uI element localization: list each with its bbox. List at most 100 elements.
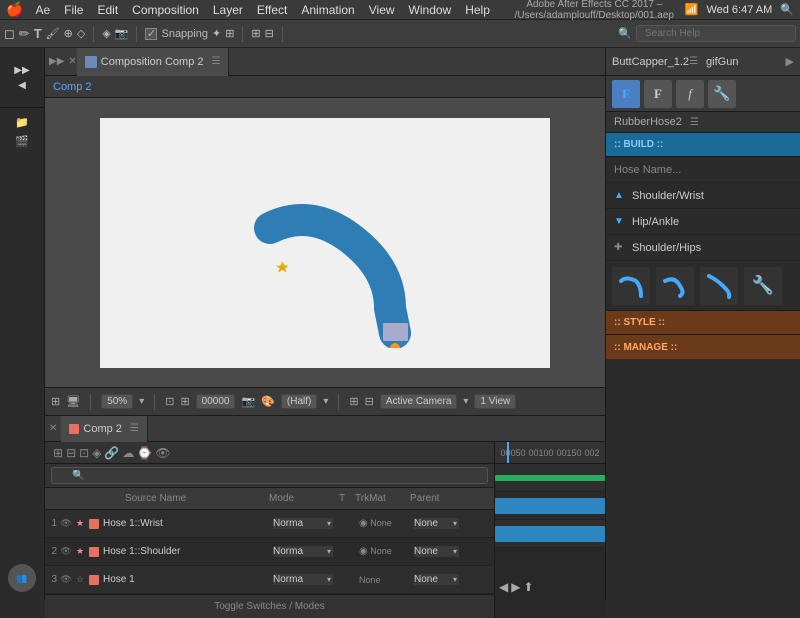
- layer-mode-3[interactable]: Norma: [273, 574, 343, 585]
- nav-icon-3[interactable]: ⬆: [523, 580, 533, 594]
- layer-color-swatch[interactable]: [89, 575, 99, 585]
- timeline-tab-comp2[interactable]: Comp 2 ☰: [61, 416, 148, 442]
- layer-mode-select-3[interactable]: Norma: [273, 574, 333, 585]
- layer-star-icon[interactable]: ★: [73, 517, 87, 531]
- hose-thumb-2[interactable]: [656, 267, 694, 305]
- layer-parent-select[interactable]: None: [414, 518, 459, 529]
- layer-eye-icon[interactable]: 👁: [59, 517, 73, 531]
- menu-file[interactable]: File: [64, 3, 83, 17]
- hose-thumb-1[interactable]: [612, 267, 650, 305]
- rubhose-menu[interactable]: ☰: [690, 117, 699, 128]
- region-icon[interactable]: ⊟: [365, 395, 374, 408]
- list-item[interactable]: ▼ Hip/Ankle: [606, 209, 800, 235]
- tl-ctrl-icon-2[interactable]: ⊟: [66, 446, 76, 460]
- tl-ctrl-icon-1[interactable]: ⊞: [53, 446, 63, 460]
- timeline-tab-menu[interactable]: ☰: [130, 423, 139, 434]
- menu-help[interactable]: Help: [465, 3, 490, 17]
- menu-window[interactable]: Window: [409, 3, 452, 17]
- menu-effect[interactable]: Effect: [257, 3, 287, 17]
- display-options-icon[interactable]: ⊞: [349, 395, 358, 408]
- timecode-display[interactable]: 00000: [196, 394, 236, 409]
- layer-parent-select-wrap[interactable]: None: [414, 518, 459, 529]
- zoom-display[interactable]: 50%: [101, 394, 133, 409]
- plugin-icon-1[interactable]: F: [612, 80, 640, 108]
- expand-icon[interactable]: ▶▶: [14, 65, 29, 76]
- tl-ctrl-icon-7[interactable]: ⌚: [137, 446, 152, 460]
- timeline-footer[interactable]: Toggle Switches / Modes: [45, 594, 494, 618]
- camera-dropdown-icon[interactable]: ▾: [463, 396, 468, 407]
- layer-color-swatch[interactable]: [89, 547, 99, 557]
- layer-parent-select-3[interactable]: None: [414, 574, 459, 585]
- tl-ctrl-icon-3[interactable]: ⊡: [79, 446, 89, 460]
- snapping-checkbox[interactable]: ✓: [145, 28, 157, 40]
- zoom-dropdown-icon[interactable]: ▾: [139, 396, 144, 407]
- list-item[interactable]: ▲ Shoulder/Wrist: [606, 183, 800, 209]
- toolbar-select-icon[interactable]: ◻: [4, 26, 15, 42]
- tl-ctrl-icon-5[interactable]: 🔗: [104, 446, 119, 460]
- hose-thumb-3[interactable]: [700, 267, 738, 305]
- menu-composition[interactable]: Composition: [132, 3, 199, 17]
- fit-icon[interactable]: ⊡: [165, 395, 174, 408]
- toolbar-pen-icon[interactable]: ✏: [19, 26, 30, 42]
- layer-mode[interactable]: Norma: [273, 518, 343, 529]
- right-panel-expand[interactable]: ▶: [786, 55, 794, 68]
- layer-mode-select[interactable]: Norma: [273, 518, 333, 529]
- layer-parent-select-wrap-2[interactable]: None: [414, 546, 459, 557]
- plugin-icon-3[interactable]: f: [676, 80, 704, 108]
- list-item[interactable]: ✚ Shoulder/Hips: [606, 235, 800, 261]
- menu-edit[interactable]: Edit: [97, 3, 118, 17]
- layer-mode[interactable]: Norma: [273, 546, 343, 557]
- plugin-1-menu[interactable]: ☰: [689, 56, 698, 67]
- camera-grid-icon[interactable]: ⊞: [180, 395, 189, 408]
- layer-star-icon-empty[interactable]: ☆: [73, 573, 87, 587]
- footage-icon[interactable]: 🎬: [15, 135, 29, 148]
- viewer-options-icon[interactable]: ⊞: [51, 395, 60, 408]
- plugin-icon-2[interactable]: F: [644, 80, 672, 108]
- comp-icon[interactable]: 📁: [15, 116, 29, 129]
- tl-ctrl-icon-4[interactable]: ◈: [92, 446, 101, 460]
- color-correction-icon[interactable]: 🎨: [261, 395, 275, 408]
- menu-view[interactable]: View: [369, 3, 395, 17]
- toolbar-clone-icon[interactable]: ⊕: [64, 27, 73, 40]
- toolbar-text-icon[interactable]: T: [34, 26, 42, 41]
- search-icon[interactable]: 🔍: [780, 3, 794, 16]
- toolbar-camera-icon[interactable]: 📷: [115, 27, 129, 40]
- toolbar-eraser-icon[interactable]: ◇: [77, 27, 85, 40]
- panel-options-icon[interactable]: ◀: [18, 80, 26, 91]
- playhead[interactable]: [507, 442, 509, 463]
- menu-layer[interactable]: Layer: [213, 3, 243, 17]
- layer-parent-select-wrap-3[interactable]: None: [414, 574, 459, 585]
- nav-icon-2[interactable]: ▶: [511, 580, 520, 594]
- tl-ctrl-icon-8[interactable]: 👁: [155, 446, 170, 460]
- layer-parent-select-2[interactable]: None: [414, 546, 459, 557]
- timeline-search-input[interactable]: [51, 467, 488, 484]
- comp-menu-icon[interactable]: ☰: [212, 56, 221, 67]
- comp-tab-comp2[interactable]: Composition Comp 2 ☰: [77, 48, 230, 76]
- tl-close-icon[interactable]: ✕: [49, 423, 57, 434]
- layer-mode-select-2[interactable]: Norma: [273, 546, 333, 557]
- layer-parent-2[interactable]: None: [414, 546, 494, 557]
- toolbar-brush-icon[interactable]: 🖌: [46, 27, 60, 40]
- plugin-icon-wrench[interactable]: 🔧: [708, 80, 736, 108]
- close-comp-icon[interactable]: ✕: [68, 56, 76, 67]
- view-display[interactable]: 1 View: [474, 394, 516, 409]
- toolbar-expand-icon[interactable]: ⊞: [251, 27, 260, 40]
- camera-snapshot-icon[interactable]: 📷: [241, 395, 255, 408]
- layer-mode-select-wrap-2[interactable]: Norma: [273, 546, 333, 557]
- layer-shy-icon[interactable]: ◉: [359, 518, 368, 529]
- apple-menu[interactable]: 🍎: [6, 1, 23, 18]
- layer-color-swatch[interactable]: [89, 519, 99, 529]
- layer-parent[interactable]: None: [414, 518, 494, 529]
- camera-display[interactable]: Active Camera: [380, 394, 458, 409]
- layer-eye-icon[interactable]: 👁: [59, 573, 73, 587]
- menu-ae[interactable]: Ae: [35, 3, 50, 17]
- toolbar-roto-icon[interactable]: ◈: [102, 27, 110, 40]
- layer-mode-select-wrap[interactable]: Norma: [273, 518, 333, 529]
- layer-shy-icon-2[interactable]: ◉: [359, 546, 368, 557]
- quality-dropdown-icon[interactable]: ▾: [323, 396, 328, 407]
- layer-star-icon[interactable]: ★: [73, 545, 87, 559]
- search-help-input[interactable]: [636, 25, 796, 42]
- toolbar-grid-icon[interactable]: ⊟: [265, 27, 274, 40]
- tl-ctrl-icon-6[interactable]: ☁: [122, 446, 134, 460]
- layer-mode-select-wrap-3[interactable]: Norma: [273, 574, 333, 585]
